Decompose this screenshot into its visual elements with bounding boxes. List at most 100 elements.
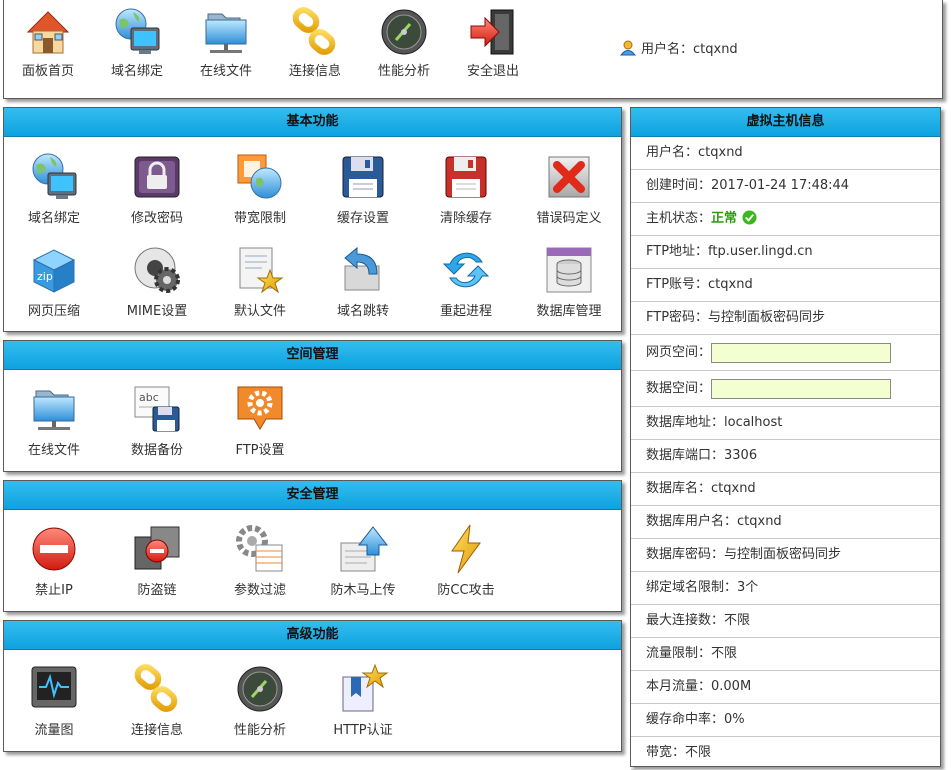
info-db-username: 数据库用户名：ctqxnd bbox=[631, 506, 940, 539]
func-label: 参数过滤 bbox=[233, 583, 286, 598]
info-ftp-address: FTP地址：ftp.user.lingd.cn bbox=[631, 236, 940, 269]
func-traffic-chart[interactable]: 流量图 bbox=[4, 663, 104, 738]
floppy-disk-red-icon bbox=[440, 151, 492, 203]
network-folder-icon bbox=[28, 383, 80, 435]
chain-link-icon bbox=[131, 663, 183, 715]
filter-gear-icon bbox=[234, 523, 286, 575]
chain-link-icon bbox=[289, 6, 341, 58]
panel-space-management: 空间管理 在线文件 数据备份 FTP设置 bbox=[3, 340, 622, 472]
func-restart-process[interactable]: 重起进程 bbox=[416, 244, 516, 319]
info-db-password: 数据库密码：与控制面板密码同步 bbox=[631, 539, 940, 572]
gauge-icon bbox=[378, 6, 430, 58]
globe-monitor-icon bbox=[111, 6, 163, 58]
func-connection-info[interactable]: 连接信息 bbox=[107, 663, 207, 738]
func-label: 重起进程 bbox=[439, 304, 492, 319]
func-mime-settings[interactable]: MIME设置 bbox=[107, 244, 207, 319]
monitor-wave-icon bbox=[28, 663, 80, 715]
current-user-label: 用户名：ctqxnd bbox=[641, 42, 738, 57]
panel-basic-functions: 基本功能 域名绑定 修改密码 带宽限制 缓存设置 清除缓存 错误码定义 网页压缩 bbox=[3, 107, 622, 332]
nav-label: 面板首页 bbox=[21, 64, 74, 79]
data-space-label: 数据空间： bbox=[646, 381, 712, 396]
func-anti-leech[interactable]: 防盗链 bbox=[107, 523, 207, 598]
network-folder-icon bbox=[200, 6, 252, 58]
func-http-auth[interactable]: HTTP认证 bbox=[313, 663, 413, 738]
func-label: FTP设置 bbox=[235, 443, 285, 458]
info-created-time: 创建时间：2017-01-24 17:48:44 bbox=[631, 170, 940, 203]
func-cache-settings[interactable]: 缓存设置 bbox=[313, 151, 413, 226]
func-label: 缓存设置 bbox=[336, 211, 389, 226]
func-label: 网页压缩 bbox=[27, 304, 80, 319]
panel-title: 高级功能 bbox=[4, 621, 621, 650]
func-label: 域名绑定 bbox=[27, 211, 80, 226]
top-navigation: 面板首页 域名绑定 在线文件 连接信息 性能分析 安全退出 用户名：ctqxnd bbox=[3, 0, 943, 99]
func-label: 修改密码 bbox=[130, 211, 183, 226]
panel-advanced-functions: 高级功能 流量图 连接信息 性能分析 HTTP认证 bbox=[3, 620, 622, 752]
func-label: 禁止IP bbox=[35, 583, 73, 598]
data-space-usage-bar bbox=[711, 378, 892, 399]
func-label: 域名跳转 bbox=[336, 304, 389, 319]
backup-disk-icon bbox=[131, 383, 183, 435]
ftp-gear-icon bbox=[234, 383, 286, 435]
panel-title: 安全管理 bbox=[4, 481, 621, 510]
nav-performance[interactable]: 性能分析 bbox=[360, 6, 448, 79]
info-max-connections: 最大连接数：不限 bbox=[631, 605, 940, 638]
lightning-icon bbox=[440, 523, 492, 575]
func-label: 在线文件 bbox=[27, 443, 80, 458]
nav-online-files[interactable]: 在线文件 bbox=[182, 6, 270, 79]
info-domain-limit: 绑定域名限制：3个 bbox=[631, 572, 940, 605]
no-entry-icon bbox=[28, 523, 80, 575]
check-circle-icon bbox=[742, 210, 757, 225]
func-anti-cc-attack[interactable]: 防CC攻击 bbox=[416, 523, 516, 598]
gear-disc-icon bbox=[131, 244, 183, 296]
func-online-files[interactable]: 在线文件 bbox=[4, 383, 104, 458]
func-label: 数据库管理 bbox=[536, 304, 602, 319]
refresh-icon bbox=[440, 244, 492, 296]
func-param-filter[interactable]: 参数过滤 bbox=[210, 523, 310, 598]
func-database-admin[interactable]: 数据库管理 bbox=[519, 244, 619, 319]
nav-connection-info[interactable]: 连接信息 bbox=[271, 6, 359, 79]
func-label: 流量图 bbox=[34, 723, 74, 738]
func-label: 性能分析 bbox=[233, 723, 286, 738]
func-ftp-settings[interactable]: FTP设置 bbox=[210, 383, 310, 458]
func-block-ip[interactable]: 禁止IP bbox=[4, 523, 104, 598]
func-domain-redirect[interactable]: 域名跳转 bbox=[313, 244, 413, 319]
anti-leech-icon bbox=[131, 523, 183, 575]
red-x-icon bbox=[543, 151, 595, 203]
bookmark-star-icon bbox=[337, 663, 389, 715]
home-icon bbox=[22, 6, 74, 58]
info-host-status: 主机状态：正常 bbox=[631, 203, 940, 236]
func-change-password[interactable]: 修改密码 bbox=[107, 151, 207, 226]
panel-security-management: 安全管理 禁止IP 防盗链 参数过滤 防木马上传 防CC攻击 bbox=[3, 480, 622, 612]
func-domain-binding[interactable]: 域名绑定 bbox=[4, 151, 104, 226]
info-web-space: 网页空间： bbox=[631, 335, 940, 371]
lock-icon bbox=[131, 151, 183, 203]
func-data-backup[interactable]: 数据备份 bbox=[107, 383, 207, 458]
upload-triangle-icon bbox=[337, 523, 389, 575]
info-ftp-password: FTP密码：与控制面板密码同步 bbox=[631, 302, 940, 335]
info-month-traffic: 本月流量：0.00M bbox=[631, 671, 940, 704]
func-label: 清除缓存 bbox=[439, 211, 492, 226]
func-performance[interactable]: 性能分析 bbox=[210, 663, 310, 738]
user-icon bbox=[619, 40, 637, 56]
nav-domain-binding[interactable]: 域名绑定 bbox=[93, 6, 181, 79]
func-error-codes[interactable]: 错误码定义 bbox=[519, 151, 619, 226]
func-label: 数据备份 bbox=[130, 443, 183, 458]
func-clear-cache[interactable]: 清除缓存 bbox=[416, 151, 516, 226]
panel-title: 空间管理 bbox=[4, 341, 621, 370]
info-db-name: 数据库名：ctqxnd bbox=[631, 473, 940, 506]
nav-label: 在线文件 bbox=[199, 64, 252, 79]
info-db-port: 数据库端口：3306 bbox=[631, 440, 940, 473]
web-space-usage-bar bbox=[711, 342, 892, 363]
func-bandwidth-limit[interactable]: 带宽限制 bbox=[210, 151, 310, 226]
func-label: 防木马上传 bbox=[330, 583, 396, 598]
exit-door-icon bbox=[467, 6, 519, 58]
func-page-compression[interactable]: 网页压缩 bbox=[4, 244, 104, 319]
gauge-icon bbox=[234, 663, 286, 715]
globe-monitor-icon bbox=[28, 151, 80, 203]
func-anti-trojan-upload[interactable]: 防木马上传 bbox=[313, 523, 413, 598]
nav-panel-home[interactable]: 面板首页 bbox=[4, 6, 92, 79]
document-star-icon bbox=[234, 244, 286, 296]
nav-logout[interactable]: 安全退出 bbox=[449, 6, 537, 79]
func-label: 防CC攻击 bbox=[437, 583, 495, 598]
func-default-file[interactable]: 默认文件 bbox=[210, 244, 310, 319]
